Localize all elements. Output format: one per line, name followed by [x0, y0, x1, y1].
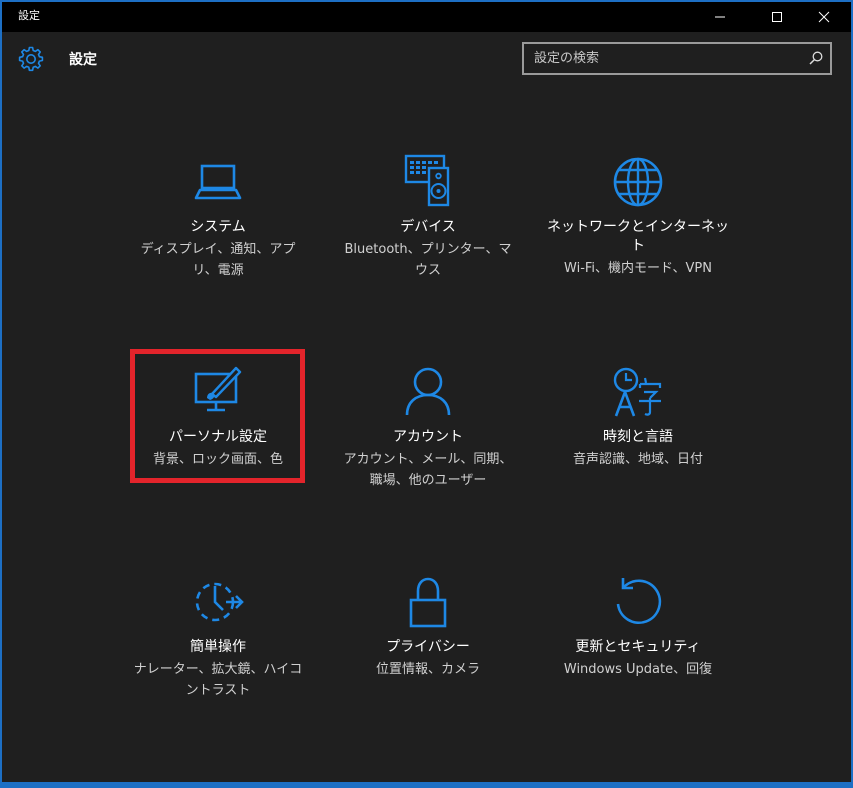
- tile-personalization[interactable]: パーソナル設定 背景、ロック画面、色: [123, 364, 313, 470]
- maximize-icon: [772, 12, 782, 22]
- lock-icon: [409, 577, 447, 628]
- tile-title: パーソナル設定: [169, 429, 267, 445]
- refresh-icon: [616, 578, 662, 625]
- window-bottom-border: [2, 782, 851, 786]
- settings-header: 設定: [2, 32, 851, 88]
- close-button[interactable]: [801, 2, 847, 32]
- tile-description: 位置情報、カメラ: [375, 662, 480, 677]
- tile-title: プライバシー: [386, 639, 470, 655]
- settings-window: 設定 設定 設定の検索 システム ディスプレイ、通知、アプリ、電源 デバイス B…: [0, 0, 853, 788]
- tile-devices[interactable]: デバイス Bluetooth、プリンター、マウス: [333, 154, 523, 281]
- tile-title: 時刻と言語: [603, 429, 673, 445]
- tile-privacy[interactable]: プライバシー 位置情報、カメラ: [333, 574, 523, 680]
- tile-title: アカウント: [393, 429, 463, 445]
- devices-icon: [404, 154, 450, 207]
- tile-description: ナレーター、拡大鏡、ハイコントラスト: [133, 662, 303, 698]
- ease-of-access-icon: [195, 582, 244, 622]
- minimize-button[interactable]: [697, 2, 743, 32]
- tile-title: デバイス: [400, 219, 456, 235]
- tile-title: 更新とセキュリティ: [575, 639, 701, 655]
- page-title: 設定: [69, 52, 97, 68]
- close-icon: [818, 11, 830, 23]
- search-box[interactable]: [522, 42, 832, 75]
- tile-title: システム: [190, 219, 246, 235]
- globe-icon: [613, 157, 663, 207]
- tile-ease-of-access[interactable]: 簡単操作 ナレーター、拡大鏡、ハイコントラスト: [123, 574, 313, 701]
- tile-time-language[interactable]: 時刻と言語 音声認識、地域、日付: [543, 364, 733, 470]
- tile-description: Windows Update、回復: [563, 662, 713, 677]
- minimize-icon: [715, 16, 725, 18]
- personalization-icon: [194, 366, 242, 412]
- tile-title: 簡単操作: [190, 639, 246, 655]
- search-icon[interactable]: [808, 50, 824, 66]
- tile-title: ネットワークとインターネット: [547, 219, 729, 254]
- maximize-button[interactable]: [754, 2, 800, 32]
- tile-update-security[interactable]: 更新とセキュリティ Windows Update、回復: [543, 574, 733, 680]
- tile-system[interactable]: システム ディスプレイ、通知、アプリ、電源: [123, 154, 313, 281]
- gear-icon: [18, 46, 44, 72]
- tile-network[interactable]: ネットワークとインターネット Wi-Fi、機内モード、VPN: [543, 154, 733, 279]
- tile-description: 音声認識、地域、日付: [572, 452, 703, 467]
- time-language-icon: [613, 367, 662, 417]
- tile-description: 背景、ロック画面、色: [152, 452, 283, 467]
- window-title: 設定: [18, 9, 40, 22]
- tile-description: Bluetooth、プリンター、マウス: [344, 242, 512, 278]
- tile-description: ディスプレイ、通知、アプリ、電源: [140, 242, 296, 278]
- person-icon: [405, 367, 451, 416]
- tile-description: アカウント、メール、同期、職場、他のユーザー: [343, 452, 513, 488]
- title-bar: 設定: [2, 2, 851, 32]
- tile-description: Wi-Fi、機内モード、VPN: [564, 261, 712, 276]
- tile-accounts[interactable]: アカウント アカウント、メール、同期、職場、他のユーザー: [333, 364, 523, 491]
- laptop-icon: [194, 164, 242, 200]
- search-input[interactable]: [524, 44, 794, 73]
